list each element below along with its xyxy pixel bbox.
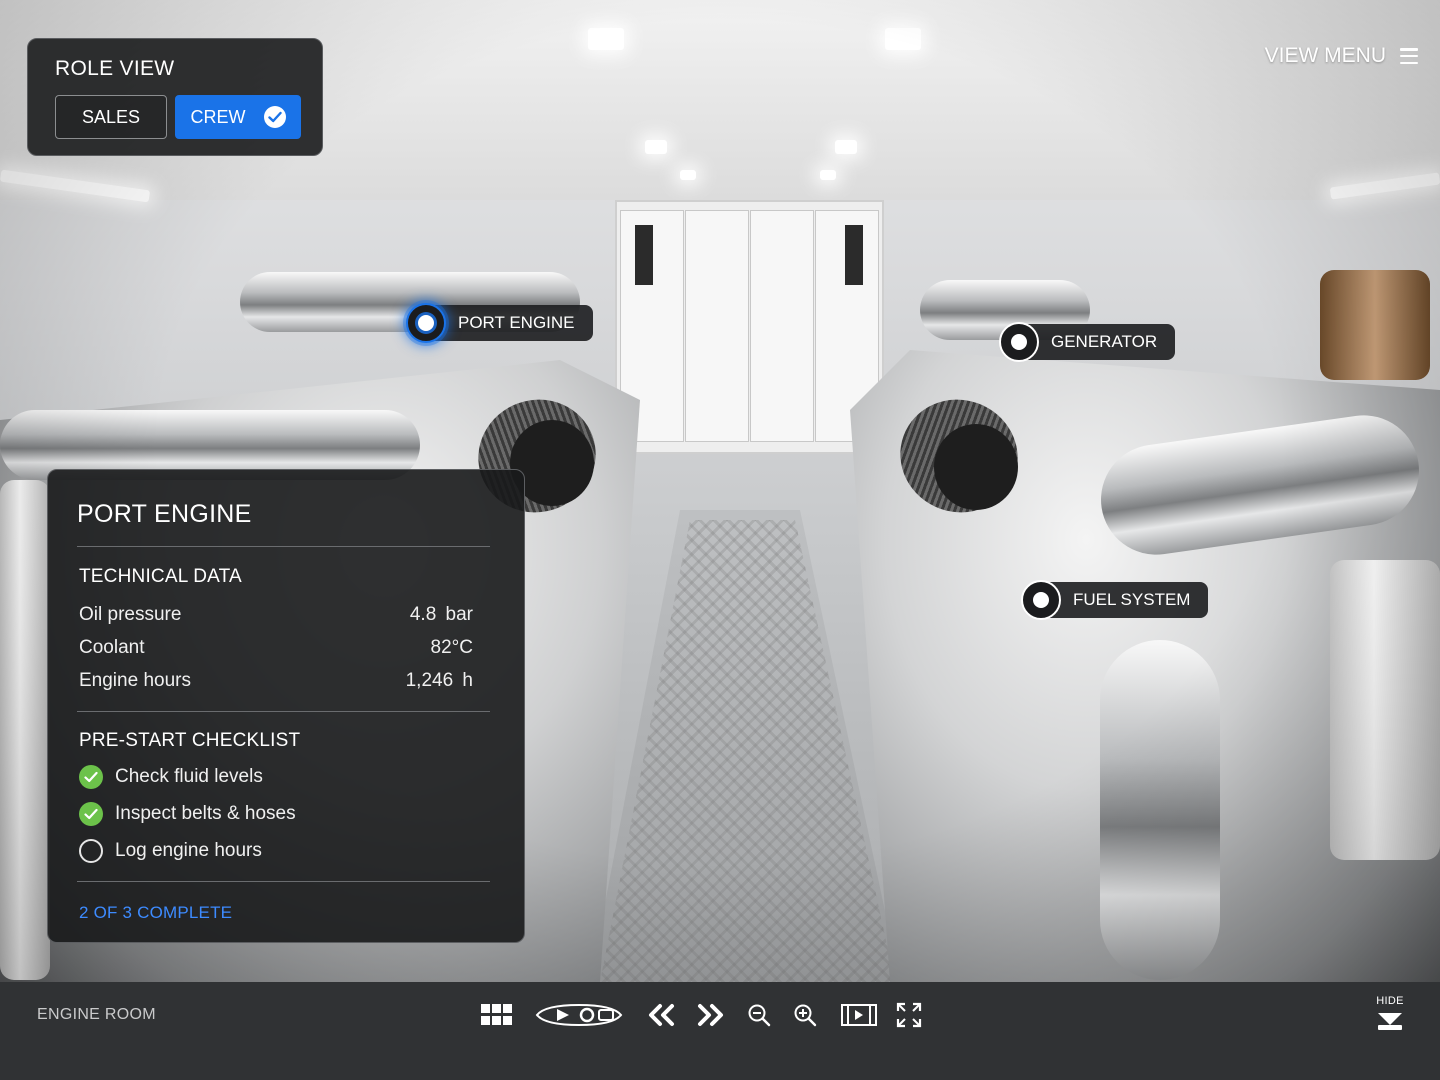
checked-circle-icon <box>79 802 103 826</box>
data-label: Oil pressure <box>79 604 182 625</box>
play-video-icon[interactable] <box>841 1000 877 1030</box>
data-label: Engine hours <box>79 670 191 691</box>
sales-role-label: SALES <box>81 106 141 127</box>
location-label: ENGINE ROOM <box>37 1006 156 1023</box>
hotspot-marker-icon <box>1021 580 1061 620</box>
hotspot-generator[interactable]: GENERATOR <box>999 322 1176 362</box>
role-view-panel: ROLE VIEW SALES CREW <box>27 38 323 156</box>
data-row-oil-pressure: Oil pressure 4.8 bar <box>79 604 473 626</box>
empty-circle-icon <box>79 839 103 863</box>
checklist-progress: 2 OF 3 COMPLETE <box>79 903 233 922</box>
view-menu-label: VIEW MENU <box>1264 44 1386 67</box>
checklist-label: Inspect belts & hoses <box>115 803 296 824</box>
checked-circle-icon <box>79 765 103 789</box>
grid-icon[interactable] <box>480 1000 512 1030</box>
hide-arrow-icon <box>1368 1013 1412 1030</box>
data-value: 82°C <box>430 637 473 658</box>
view-menu-button[interactable]: VIEW MENU <box>1265 44 1418 68</box>
fullscreen-icon[interactable] <box>896 1000 922 1030</box>
rewind-icon[interactable] <box>646 1000 676 1030</box>
checklist-label: Log engine hours <box>115 840 262 861</box>
zoom-out-icon[interactable] <box>747 1000 771 1030</box>
hotspot-label: GENERATOR <box>1017 324 1176 360</box>
checklist-item-log-hours[interactable]: Log engine hours <box>79 839 262 863</box>
pre-start-checklist-heading: PRE-START CHECKLIST <box>79 730 301 751</box>
zoom-in-icon[interactable] <box>793 1000 817 1030</box>
role-view-title: ROLE VIEW <box>55 57 175 80</box>
hide-toolbar-button[interactable]: HIDE <box>1368 995 1412 1030</box>
data-row-coolant: Coolant 82°C <box>79 637 473 659</box>
hotspot-marker-icon <box>406 303 446 343</box>
data-row-engine-hours: Engine hours 1,246 h <box>79 670 473 692</box>
divider <box>77 881 490 882</box>
crew-role-label: CREW <box>190 106 246 127</box>
divider <box>77 546 490 547</box>
data-value: 1,246 h <box>405 670 473 691</box>
sales-role-button[interactable]: SALES <box>55 95 167 139</box>
technical-data-heading: TECHNICAL DATA <box>79 566 242 587</box>
hotspot-marker-icon <box>999 322 1039 362</box>
hotspot-fuel-system[interactable]: FUEL SYSTEM <box>1021 580 1209 620</box>
checklist-item-belts-hoses[interactable]: Inspect belts & hoses <box>79 802 296 826</box>
hide-label: HIDE <box>1376 995 1404 1007</box>
brand-logo-icon[interactable] <box>535 1000 623 1030</box>
data-label: Coolant <box>79 637 145 658</box>
bottom-toolbar: ENGINE ROOM HIDE <box>0 982 1440 1080</box>
hotspot-label: FUEL SYSTEM <box>1039 582 1209 618</box>
fast-forward-icon[interactable] <box>696 1000 726 1030</box>
hotspot-port-engine[interactable]: PORT ENGINE <box>406 303 593 343</box>
divider <box>77 711 490 712</box>
hamburger-icon <box>1400 48 1418 64</box>
data-value: 4.8 bar <box>409 604 473 625</box>
crew-role-button[interactable]: CREW <box>175 95 301 139</box>
panel-title: PORT ENGINE <box>77 500 252 528</box>
hotspot-label: PORT ENGINE <box>424 305 593 341</box>
checkmark-icon <box>263 106 286 128</box>
checklist-label: Check fluid levels <box>115 766 263 787</box>
port-engine-info-panel: PORT ENGINE TECHNICAL DATA Oil pressure … <box>47 469 525 943</box>
checklist-item-fluid-levels[interactable]: Check fluid levels <box>79 765 263 789</box>
